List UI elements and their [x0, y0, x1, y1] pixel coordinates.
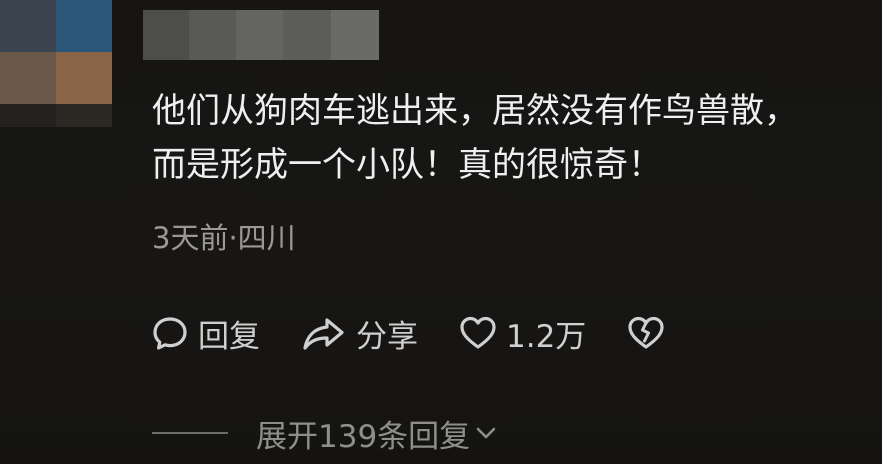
dislike-button[interactable]: [626, 313, 666, 353]
heart-icon: [460, 316, 496, 349]
avatar-pixel: [56, 0, 112, 52]
divider-line: [152, 432, 228, 434]
username-pixel: [236, 10, 283, 60]
username-pixel: [331, 10, 379, 60]
like-button[interactable]: 1.2万: [458, 311, 586, 356]
avatar-pixel: [0, 0, 56, 52]
share-label: 分享: [356, 318, 418, 355]
comment-meta: 3天前·四川: [152, 221, 296, 255]
username-pixel: [283, 10, 331, 60]
comment-line: 他们从狗肉车逃出来，居然没有作鸟兽散，: [152, 91, 798, 131]
like-count: 1.2万: [506, 318, 587, 355]
username-pixel: [189, 10, 236, 60]
action-bar: 回复 分享 1.2万: [150, 310, 706, 356]
comment-item: 他们从狗肉车逃出来，居然没有作鸟兽散， 而是形成一个小队！真的很惊奇！ 3天前·…: [0, 0, 882, 464]
avatar-pixel: [0, 52, 56, 104]
avatar-pixel: [56, 52, 112, 104]
speech-bubble-icon: [153, 317, 187, 350]
username-pixel: [143, 10, 189, 60]
broken-heart-icon: [628, 316, 664, 349]
avatar[interactable]: [0, 0, 112, 127]
share-button[interactable]: 分享: [300, 311, 418, 356]
comment-text: 他们从狗肉车逃出来，居然没有作鸟兽散， 而是形成一个小队！真的很惊奇！: [152, 84, 877, 192]
chevron-down-icon: [476, 427, 496, 439]
username-blurred[interactable]: [143, 10, 379, 60]
expand-replies[interactable]: 展开139条回复: [152, 410, 498, 456]
share-arrow-icon: [303, 318, 344, 350]
reply-button[interactable]: 回复: [150, 311, 260, 356]
comment-line: 而是形成一个小队！真的很惊奇！: [152, 145, 662, 185]
reply-label: 回复: [198, 318, 260, 355]
expand-replies-label: 展开139条回复: [256, 418, 471, 455]
avatar-pixel: [56, 104, 112, 127]
avatar-pixel: [0, 104, 56, 127]
